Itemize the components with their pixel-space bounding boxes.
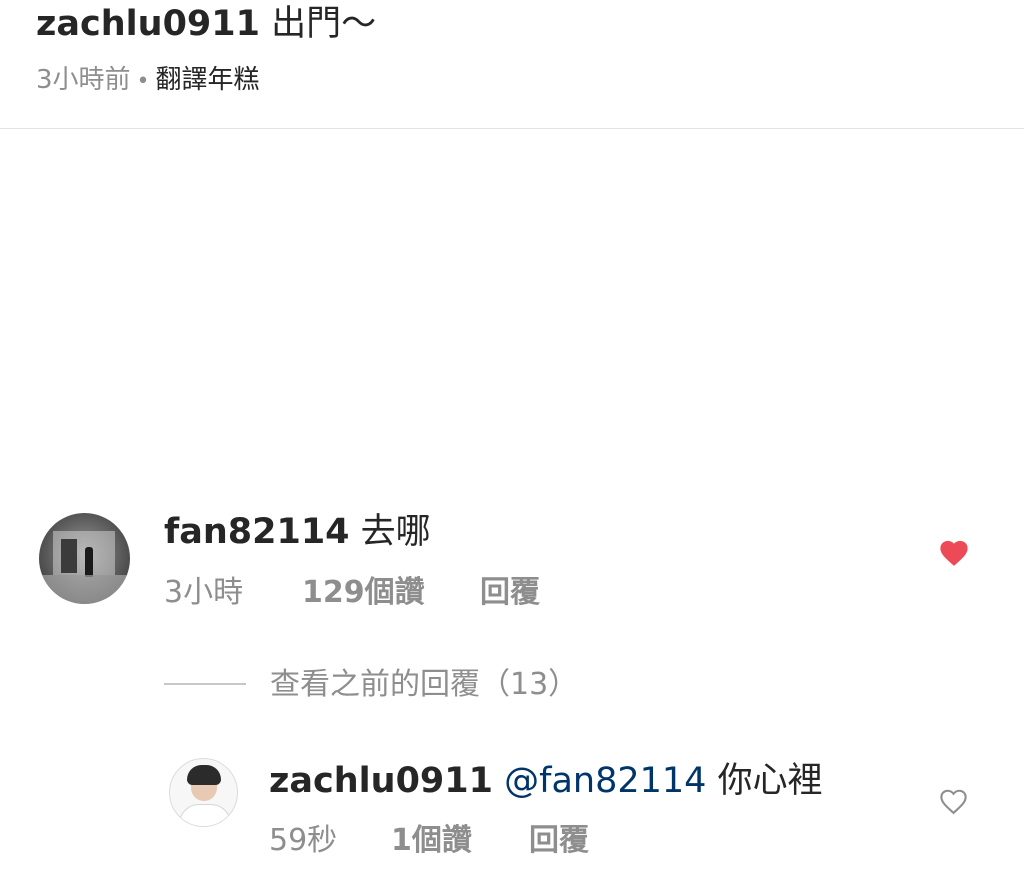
comment-body: 去哪 [360,512,431,552]
avatar-photo-hair [187,765,221,785]
reply-avatar[interactable] [169,758,238,827]
heart-filled-icon[interactable] [937,537,971,567]
replies-divider-line [164,683,246,685]
view-replies-label[interactable]: 查看之前的回覆（13） [270,665,578,705]
reply-body: 你心裡 [717,761,823,801]
post-caption: zachlu0911 出門～ [36,2,376,46]
comment-actions: 3小時 129個讚 回覆 [164,573,540,613]
comment-likes[interactable]: 129個讚 [302,573,480,613]
reply-reply-button[interactable]: 回覆 [529,821,589,861]
commenter-avatar[interactable] [39,513,130,604]
post-time: 3小時前 [36,65,131,95]
comment-text: fan82114 去哪 [164,510,431,554]
avatar-photo-shirt [179,804,231,826]
post-meta: 3小時前 • 翻譯年糕 [36,62,260,100]
comment-time: 3小時 [164,575,244,610]
reply-text: zachlu0911 @fan82114 你心裡 [269,759,823,803]
avatar-photo-ground [39,575,130,604]
avatar-photo-figure [85,547,93,577]
meta-separator: • [136,69,150,94]
translate-button[interactable]: 翻譯年糕 [156,65,260,95]
reply-username[interactable]: zachlu0911 [269,761,493,801]
post-username[interactable]: zachlu0911 [36,4,260,44]
avatar-photo-door [61,539,77,573]
reply-time: 59秒 [269,823,338,858]
post-caption-text: 出門～ [271,4,377,44]
heart-outline-icon[interactable] [937,786,970,815]
reply-mention[interactable]: @fan82114 [504,761,706,801]
post-header: zachlu0911 出門～ 3小時前 • 翻譯年糕 [0,0,1024,129]
comment-reply-button[interactable]: 回覆 [480,573,540,613]
reply-likes[interactable]: 1個讚 [391,821,529,861]
reply-actions: 59秒 1個讚 回覆 [269,821,589,861]
comment-username[interactable]: fan82114 [164,512,350,552]
